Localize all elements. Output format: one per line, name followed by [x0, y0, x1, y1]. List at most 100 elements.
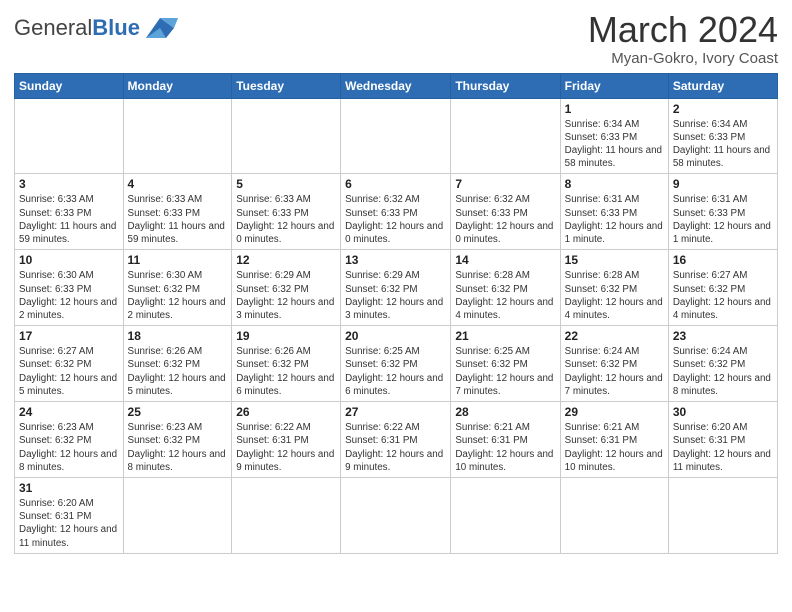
day-number: 18: [128, 329, 228, 343]
month-year: March 2024: [588, 10, 778, 50]
calendar-cell: [341, 98, 451, 174]
day-info: Sunrise: 6:27 AM Sunset: 6:32 PM Dayligh…: [19, 345, 119, 398]
calendar-cell: 18 Sunrise: 6:26 AM Sunset: 6:32 PM Dayli…: [123, 326, 232, 402]
calendar: Sunday Monday Tuesday Wednesday Thursday…: [14, 73, 778, 554]
calendar-cell: 4Sunrise: 6:33 AM Sunset: 6:33 PM Daylig…: [123, 174, 232, 250]
day-number: 7: [455, 177, 555, 191]
day-number: 17: [19, 329, 119, 343]
day-info: Sunrise: 6:26 AM Sunset: 6:32 PM Dayligh…: [128, 345, 228, 398]
day-number: 16: [673, 253, 773, 267]
calendar-cell: 12 Sunrise: 6:29 AM Sunset: 6:32 PM Dayli…: [232, 250, 341, 326]
day-number: 28: [455, 405, 555, 419]
calendar-cell: 14Sunrise: 6:28 AM Sunset: 6:32 PM Dayli…: [451, 250, 560, 326]
logo-wordmark: GeneralBlue: [14, 17, 140, 40]
day-number: 12: [236, 253, 336, 267]
logo-general: General: [14, 15, 92, 40]
day-number: 19: [236, 329, 336, 343]
day-number: 30: [673, 405, 773, 419]
day-number: 8: [565, 177, 664, 191]
title-block: March 2024 Myan-Gokro, Ivory Coast: [588, 10, 778, 67]
day-number: 26: [236, 405, 336, 419]
calendar-week-3: 17 Sunrise: 6:27 AM Sunset: 6:32 PM Dayli…: [15, 326, 778, 402]
header-tuesday: Tuesday: [232, 73, 341, 98]
day-number: 5: [236, 177, 336, 191]
day-info: Sunrise: 6:28 AM Sunset: 6:32 PM Dayligh…: [455, 269, 555, 322]
header-thursday: Thursday: [451, 73, 560, 98]
calendar-cell: 22Sunrise: 6:24 AM Sunset: 6:32 PM Dayli…: [560, 326, 668, 402]
calendar-week-0: 1Sunrise: 6:34 AM Sunset: 6:33 PM Daylig…: [15, 98, 778, 174]
calendar-header: Sunday Monday Tuesday Wednesday Thursday…: [15, 73, 778, 98]
day-info: Sunrise: 6:28 AM Sunset: 6:32 PM Dayligh…: [565, 269, 664, 322]
day-number: 3: [19, 177, 119, 191]
header-saturday: Saturday: [668, 73, 777, 98]
calendar-body: 1Sunrise: 6:34 AM Sunset: 6:33 PM Daylig…: [15, 98, 778, 553]
day-info: Sunrise: 6:32 AM Sunset: 6:33 PM Dayligh…: [345, 193, 446, 246]
calendar-cell: 2Sunrise: 6:34 AM Sunset: 6:33 PM Daylig…: [668, 98, 777, 174]
day-info: Sunrise: 6:24 AM Sunset: 6:32 PM Dayligh…: [673, 345, 773, 398]
header-friday: Friday: [560, 73, 668, 98]
calendar-cell: 31 Sunrise: 6:20 AM Sunset: 6:31 PM Dayli…: [15, 477, 124, 553]
calendar-week-4: 24Sunrise: 6:23 AM Sunset: 6:32 PM Dayli…: [15, 402, 778, 478]
day-number: 31: [19, 481, 119, 495]
day-info: Sunrise: 6:31 AM Sunset: 6:33 PM Dayligh…: [565, 193, 664, 246]
calendar-cell: 7 Sunrise: 6:32 AM Sunset: 6:33 PM Daylig…: [451, 174, 560, 250]
logo-text: GeneralBlue: [14, 15, 140, 40]
day-info: Sunrise: 6:33 AM Sunset: 6:33 PM Dayligh…: [19, 193, 119, 246]
header: GeneralBlue March 2024 Myan-Gokro, Ivory…: [14, 10, 778, 67]
header-monday: Monday: [123, 73, 232, 98]
calendar-cell: 17 Sunrise: 6:27 AM Sunset: 6:32 PM Dayli…: [15, 326, 124, 402]
calendar-cell: 6 Sunrise: 6:32 AM Sunset: 6:33 PM Daylig…: [341, 174, 451, 250]
day-info: Sunrise: 6:25 AM Sunset: 6:32 PM Dayligh…: [345, 345, 446, 398]
calendar-cell: 21 Sunrise: 6:25 AM Sunset: 6:32 PM Dayli…: [451, 326, 560, 402]
calendar-cell: 8 Sunrise: 6:31 AM Sunset: 6:33 PM Daylig…: [560, 174, 668, 250]
calendar-cell: [341, 477, 451, 553]
header-sunday: Sunday: [15, 73, 124, 98]
calendar-cell: 3 Sunrise: 6:33 AM Sunset: 6:33 PM Daylig…: [15, 174, 124, 250]
day-info: Sunrise: 6:25 AM Sunset: 6:32 PM Dayligh…: [455, 345, 555, 398]
day-number: 27: [345, 405, 446, 419]
calendar-cell: [451, 98, 560, 174]
header-wednesday: Wednesday: [341, 73, 451, 98]
day-number: 21: [455, 329, 555, 343]
calendar-cell: [451, 477, 560, 553]
calendar-week-2: 10Sunrise: 6:30 AM Sunset: 6:33 PM Dayli…: [15, 250, 778, 326]
day-number: 15: [565, 253, 664, 267]
day-number: 2: [673, 102, 773, 116]
day-info: Sunrise: 6:20 AM Sunset: 6:31 PM Dayligh…: [673, 421, 773, 474]
calendar-cell: 23 Sunrise: 6:24 AM Sunset: 6:32 PM Dayli…: [668, 326, 777, 402]
calendar-cell: 5Sunrise: 6:33 AM Sunset: 6:33 PM Daylig…: [232, 174, 341, 250]
day-number: 25: [128, 405, 228, 419]
calendar-cell: 27 Sunrise: 6:22 AM Sunset: 6:31 PM Dayli…: [341, 402, 451, 478]
calendar-cell: 29Sunrise: 6:21 AM Sunset: 6:31 PM Dayli…: [560, 402, 668, 478]
day-info: Sunrise: 6:23 AM Sunset: 6:32 PM Dayligh…: [128, 421, 228, 474]
day-number: 11: [128, 253, 228, 267]
calendar-cell: [668, 477, 777, 553]
day-number: 29: [565, 405, 664, 419]
day-info: Sunrise: 6:29 AM Sunset: 6:32 PM Dayligh…: [345, 269, 446, 322]
day-info: Sunrise: 6:20 AM Sunset: 6:31 PM Dayligh…: [19, 497, 119, 550]
calendar-cell: 9Sunrise: 6:31 AM Sunset: 6:33 PM Daylig…: [668, 174, 777, 250]
day-info: Sunrise: 6:34 AM Sunset: 6:33 PM Dayligh…: [565, 118, 664, 171]
day-number: 10: [19, 253, 119, 267]
calendar-cell: [123, 98, 232, 174]
day-info: Sunrise: 6:30 AM Sunset: 6:32 PM Dayligh…: [128, 269, 228, 322]
day-info: Sunrise: 6:32 AM Sunset: 6:33 PM Dayligh…: [455, 193, 555, 246]
calendar-cell: 15 Sunrise: 6:28 AM Sunset: 6:32 PM Dayli…: [560, 250, 668, 326]
calendar-cell: [123, 477, 232, 553]
calendar-cell: [232, 98, 341, 174]
calendar-cell: 25 Sunrise: 6:23 AM Sunset: 6:32 PM Dayli…: [123, 402, 232, 478]
calendar-week-1: 3 Sunrise: 6:33 AM Sunset: 6:33 PM Daylig…: [15, 174, 778, 250]
day-number: 6: [345, 177, 446, 191]
calendar-cell: 20 Sunrise: 6:25 AM Sunset: 6:32 PM Dayli…: [341, 326, 451, 402]
calendar-cell: 1Sunrise: 6:34 AM Sunset: 6:33 PM Daylig…: [560, 98, 668, 174]
calendar-cell: 28Sunrise: 6:21 AM Sunset: 6:31 PM Dayli…: [451, 402, 560, 478]
day-number: 23: [673, 329, 773, 343]
day-info: Sunrise: 6:22 AM Sunset: 6:31 PM Dayligh…: [236, 421, 336, 474]
day-info: Sunrise: 6:24 AM Sunset: 6:32 PM Dayligh…: [565, 345, 664, 398]
day-number: 20: [345, 329, 446, 343]
location: Myan-Gokro, Ivory Coast: [588, 50, 778, 67]
day-info: Sunrise: 6:29 AM Sunset: 6:32 PM Dayligh…: [236, 269, 336, 322]
day-info: Sunrise: 6:22 AM Sunset: 6:31 PM Dayligh…: [345, 421, 446, 474]
day-info: Sunrise: 6:26 AM Sunset: 6:32 PM Dayligh…: [236, 345, 336, 398]
page: GeneralBlue March 2024 Myan-Gokro, Ivory…: [0, 0, 792, 612]
